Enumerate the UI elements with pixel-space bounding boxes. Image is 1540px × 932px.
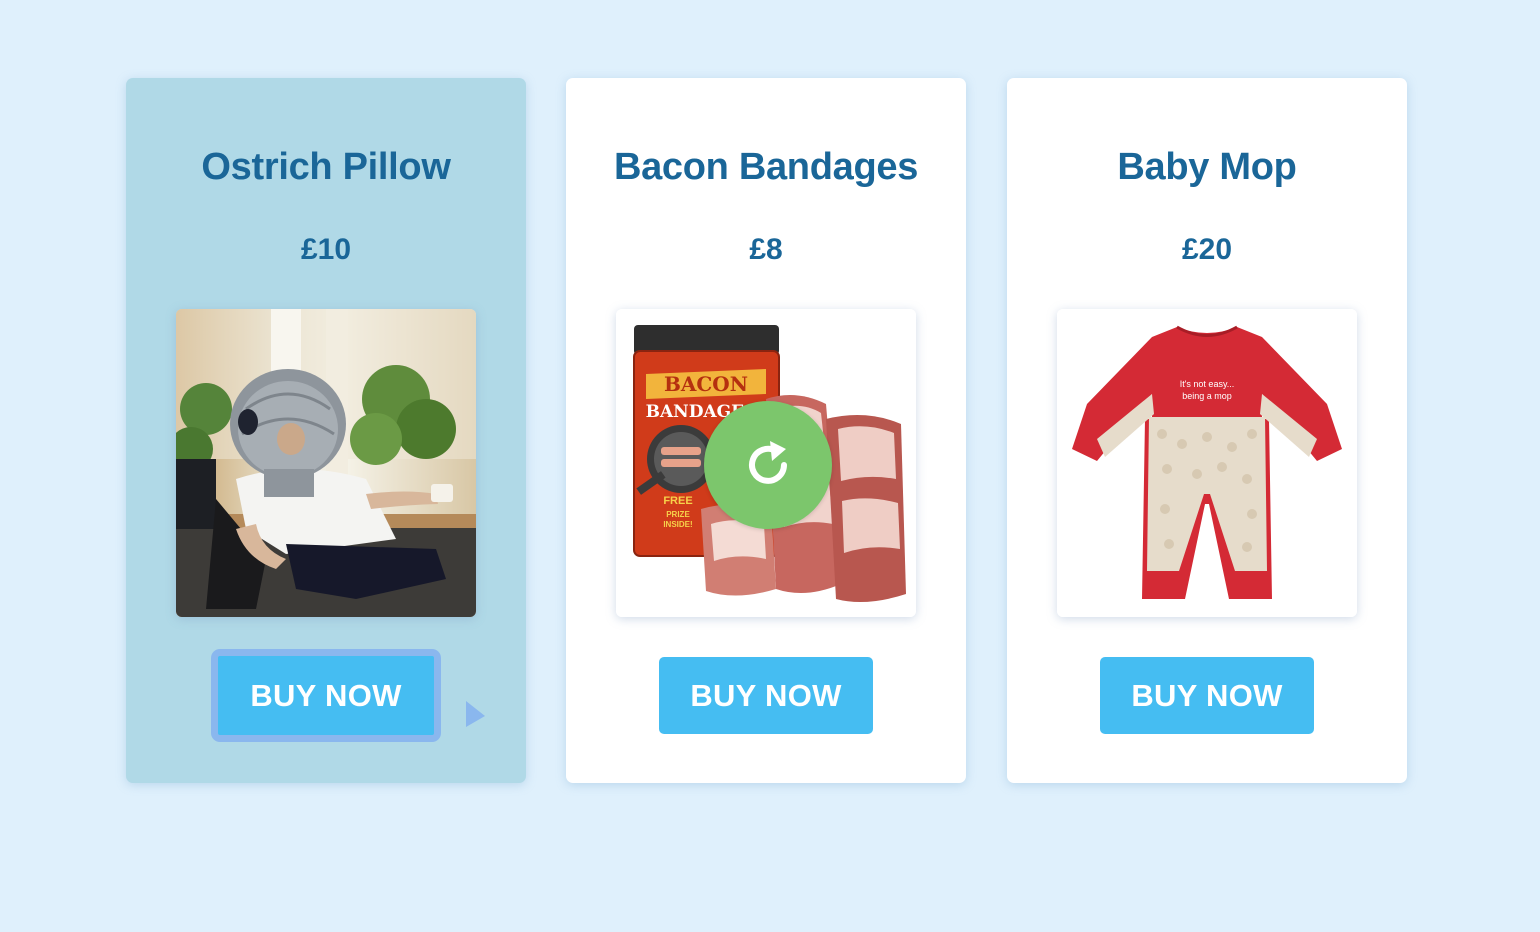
mouse-cursor-icon [466,701,485,727]
garment-text: It's not easy... [1180,379,1235,389]
buy-now-button[interactable]: BUY NOW [215,653,437,738]
product-image-bacon-bandages: BACON BANDAGES FREE PRIZE INSIDE! [616,309,916,617]
box-promo-text: FREE [663,495,692,507]
product-image-ostrich-pillow [176,309,476,617]
product-title: Ostrich Pillow [201,146,451,188]
product-price: £8 [749,233,783,266]
product-card-baby-mop[interactable]: Baby Mop £20 It's not easy... being a mo… [1007,78,1407,783]
product-card-bacon-bandages[interactable]: Bacon Bandages £8 BACON BANDAGES FREE PR… [566,78,966,783]
product-title: Baby Mop [1117,146,1297,188]
buy-now-button[interactable]: BUY NOW [1100,657,1314,734]
product-image-baby-mop: It's not easy... being a mop [1057,309,1357,617]
buy-now-button[interactable]: BUY NOW [659,657,873,734]
svg-text:being a mop: being a mop [1182,391,1232,401]
product-price: £10 [300,233,352,266]
svg-text:PRIZE: PRIZE [666,510,690,519]
box-brand-text: BACON [664,372,748,396]
product-price: £20 [1181,233,1233,266]
svg-text:INSIDE!: INSIDE! [663,520,692,529]
reload-icon [749,441,787,484]
loading-overlay [704,401,832,529]
product-title: Bacon Bandages [613,146,919,188]
product-card-ostrich-pillow[interactable]: Ostrich Pillow £10 BUY NOW [126,78,526,783]
